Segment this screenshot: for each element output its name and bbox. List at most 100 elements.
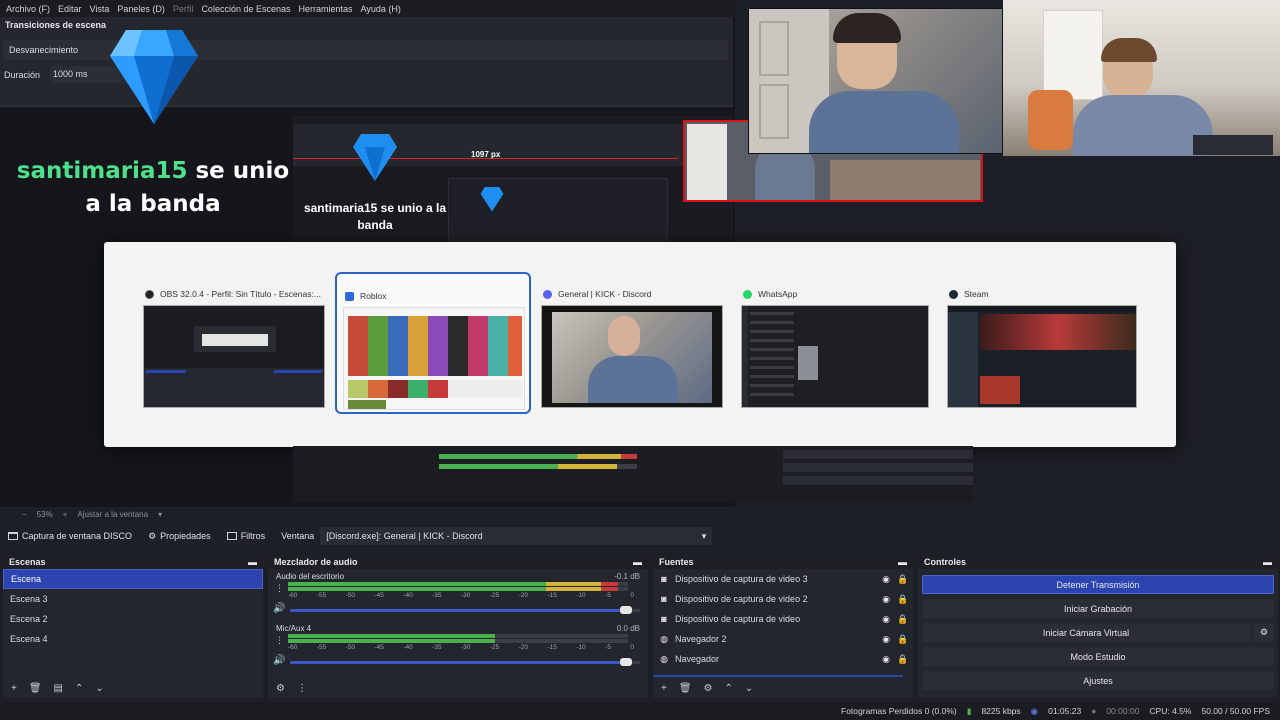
volume-handle[interactable] <box>620 658 632 666</box>
switcher-item-steam[interactable]: Steam <box>941 272 1137 414</box>
chevron-down-icon[interactable]: ▾ <box>158 510 162 519</box>
scale-tick: -25 <box>489 644 500 651</box>
source-item[interactable]: ◙ Dispositivo de captura de video 3 ◉ 🔒 <box>653 569 913 589</box>
properties-label: Propiedades <box>160 531 211 541</box>
room-shelf <box>1043 10 1103 100</box>
level-meter <box>288 582 640 591</box>
webcam-shirt <box>809 91 959 153</box>
virtual-camera-settings-button[interactable]: ⚙ <box>1254 623 1274 642</box>
move-up-icon[interactable]: ⌃ <box>725 683 733 694</box>
stop-stream-button[interactable]: Detener Transmisión <box>922 575 1274 594</box>
roblox-icon <box>345 291 354 301</box>
add-icon[interactable]: + <box>11 683 17 694</box>
move-up-icon[interactable]: ⌃ <box>75 683 83 694</box>
eye-icon[interactable]: ◉ <box>881 634 891 645</box>
filters-button[interactable]: Filtros <box>219 525 274 547</box>
switcher-item-header: Roblox <box>345 290 386 302</box>
switcher-item-obs[interactable]: OBS 32.0.4 - Perfil: Sin Título - Escena… <box>137 272 329 414</box>
nested-studio-mode <box>783 463 973 472</box>
lock-icon[interactable]: 🔒 <box>897 634 908 645</box>
controls-header: Controles ▬ <box>918 555 1278 569</box>
channel-name: Mic/Aux 4 <box>276 624 312 633</box>
switcher-item-title: Steam <box>964 289 989 299</box>
more-icon[interactable]: ⋮ <box>275 583 284 594</box>
menu-edit: Editar <box>58 3 82 14</box>
scale-tick: -5 <box>605 592 611 599</box>
speaker-icon[interactable]: 🔊 <box>273 603 285 614</box>
sources-scroll-indicator <box>653 675 903 677</box>
trash-icon[interactable]: 🗑 <box>679 683 692 694</box>
volume-slider[interactable] <box>290 606 640 614</box>
scene-item[interactable]: Escena 3 <box>3 589 263 609</box>
switcher-item-roblox[interactable]: Roblox <box>335 272 531 414</box>
properties-button[interactable]: ⚙ Propiedades <box>140 525 219 547</box>
filter-icon[interactable]: ▤ <box>54 683 63 694</box>
switcher-item-title: General | KICK - Discord <box>558 289 652 299</box>
mixer-title: Mezclador de audio <box>274 557 358 567</box>
zoom-in-button[interactable]: + <box>63 510 68 519</box>
dock-menu-icon[interactable]: ▬ <box>1263 557 1272 567</box>
controls-title: Controles <box>924 557 967 567</box>
settings-button[interactable]: Ajustes <box>922 671 1274 690</box>
menu-help: Ayuda (H) <box>360 3 401 14</box>
start-recording-button[interactable]: Iniciar Grabación <box>922 599 1274 618</box>
gear-icon: ⚙ <box>1259 627 1269 637</box>
add-icon[interactable]: + <box>661 683 667 694</box>
switcher-thumb-obs <box>143 305 325 408</box>
scale-tick: -55 <box>316 644 327 651</box>
source-item[interactable]: ◙ Dispositivo de captura de video ◉ 🔒 <box>653 609 913 629</box>
speaker-icon[interactable]: 🔊 <box>273 655 285 666</box>
studio-mode-button[interactable]: Modo Estudio <box>922 647 1274 666</box>
source-item[interactable]: ◙ Dispositivo de captura de video 2 ◉ 🔒 <box>653 589 913 609</box>
volume-slider[interactable] <box>290 658 640 666</box>
scene-item[interactable]: Escena <box>3 569 263 589</box>
zoom-value: 53% <box>36 509 53 519</box>
switcher-item-whatsapp[interactable]: WhatsApp <box>735 272 931 414</box>
switcher-item-discord[interactable]: General | KICK - Discord <box>535 272 727 414</box>
scene-item[interactable]: Escena 2 <box>3 609 263 629</box>
window-select[interactable]: [Discord.exe]: General | KICK - Discord … <box>320 527 713 545</box>
zoom-bar: − 53% + Ajustar a la ventana ▾ <box>0 507 735 521</box>
start-virtual-camera-button[interactable]: Iniciar Cámara Virtual <box>922 623 1250 642</box>
dock-menu-icon[interactable]: ▬ <box>898 557 907 567</box>
room-person-hair <box>1101 38 1157 62</box>
mixer-channel: Audio del escritorio -0.1 dB ⋮ -60 -55 -50… <box>268 569 648 621</box>
nested-preview: 1097 px santimaria15 se unio a la banda <box>293 116 733 246</box>
volume-fill <box>290 609 630 612</box>
channel-db: 0.0 dB <box>616 624 640 633</box>
zoom-fit[interactable]: Ajustar a la ventana <box>77 510 148 519</box>
dock-menu-icon[interactable]: ▬ <box>248 557 257 567</box>
nested-menubar <box>293 116 733 122</box>
lock-icon[interactable]: 🔒 <box>897 574 908 585</box>
gear-icon[interactable]: ⚙ <box>704 683 713 694</box>
switcher-thumb-whatsapp <box>741 305 929 408</box>
sources-title: Fuentes <box>659 557 694 567</box>
dock-menu-icon[interactable]: ▬ <box>633 557 642 567</box>
source-name: Navegador 2 <box>675 634 727 644</box>
lock-icon[interactable]: 🔒 <box>897 614 908 625</box>
eye-icon[interactable]: ◉ <box>881 594 891 605</box>
lock-icon[interactable]: 🔒 <box>897 654 908 665</box>
stream-time: 01:05:23 <box>1048 706 1082 716</box>
trash-icon[interactable]: 🗑 <box>29 683 42 694</box>
more-icon[interactable]: ⋮ <box>297 683 307 694</box>
meter-segment <box>288 639 496 643</box>
scene-item[interactable]: Escena 4 <box>3 629 263 649</box>
switcher-thumb-steam <box>947 305 1137 408</box>
eye-icon[interactable]: ◉ <box>881 614 891 625</box>
zoom-out-button[interactable]: − <box>22 510 27 519</box>
source-item[interactable]: ◍ Navegador 2 ◉ 🔒 <box>653 629 913 649</box>
eye-icon[interactable]: ◉ <box>881 574 891 585</box>
lock-icon[interactable]: 🔒 <box>897 594 908 605</box>
move-down-icon[interactable]: ⌄ <box>95 683 103 694</box>
source-item[interactable]: ◍ Navegador ◉ 🔒 <box>653 649 913 669</box>
advanced-audio-icon[interactable]: ⚙ <box>276 683 285 694</box>
steam-icon <box>949 289 958 299</box>
volume-handle[interactable] <box>620 606 632 614</box>
more-icon[interactable]: ⋮ <box>275 635 284 646</box>
scale-tick: -50 <box>345 644 356 651</box>
room-person-shirt <box>1073 95 1213 156</box>
move-down-icon[interactable]: ⌄ <box>745 683 753 694</box>
thumb-whatsapp-rail <box>742 306 748 407</box>
eye-icon[interactable]: ◉ <box>881 654 891 665</box>
